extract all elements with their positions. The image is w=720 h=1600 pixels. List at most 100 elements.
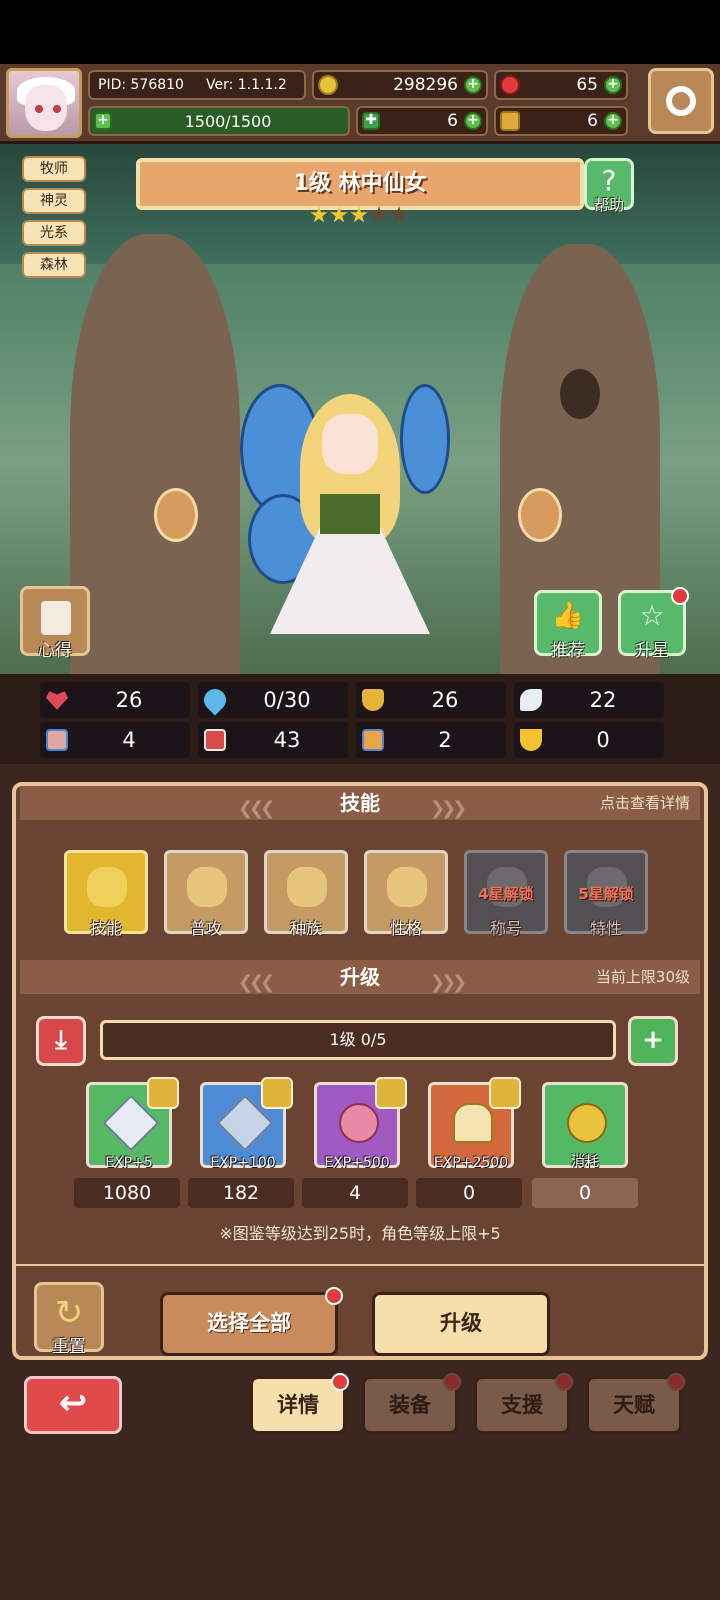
exp-huge-qty: 0: [416, 1178, 522, 1208]
plus-icon: +: [642, 1025, 664, 1055]
clover-amount: 6: [447, 111, 458, 131]
level-down-button[interactable]: ⤓: [36, 1016, 86, 1066]
add-gold-button[interactable]: +: [464, 76, 482, 94]
skill-slot-personality[interactable]: 性格: [364, 850, 448, 938]
exp-item-medium[interactable]: EXP+100: [200, 1077, 293, 1171]
reset-button[interactable]: ↻ 重置: [34, 1282, 104, 1357]
level-up-plus-button[interactable]: +: [628, 1016, 678, 1066]
character-name-banner: 1级 林中仙女: [136, 158, 584, 210]
skills-hint: 点击查看详情: [599, 794, 690, 812]
magnet-icon: [520, 729, 542, 751]
red-gem-counter: 65 +: [494, 70, 628, 100]
skill-slot-normal-attack[interactable]: 普攻: [164, 850, 248, 938]
tag-habitat: 森林: [22, 252, 86, 278]
gold-coin-icon: [567, 1103, 607, 1143]
tab-equipment[interactable]: 装备: [362, 1373, 461, 1434]
notification-dot: [443, 1373, 461, 1391]
tree-left: [70, 234, 240, 674]
exp-small-qty: 1080: [74, 1178, 180, 1208]
ticket-amount: 6: [587, 111, 598, 131]
add-clover-button[interactable]: +: [464, 112, 482, 130]
upgrade-title: 升级: [340, 965, 380, 989]
gold-cost-qty: 0: [532, 1178, 638, 1208]
exp-item-huge[interactable]: EXP+2500: [428, 1077, 521, 1171]
level-progress-bar: 1级 0/5: [100, 1020, 616, 1060]
skill-slot-skill[interactable]: 技能: [64, 850, 148, 938]
notification-dot: [555, 1373, 573, 1391]
clover-energy-icon: +: [94, 112, 112, 130]
gear-icon: [666, 86, 696, 116]
upgrade-header: ❮❮❮ 升级 ❯❯❯ 当前上限30级: [20, 960, 700, 994]
upgrade-hint: 当前上限30级: [595, 968, 690, 986]
add-ticket-button[interactable]: +: [604, 112, 622, 130]
red-gem-amount: 65: [576, 75, 598, 95]
coin-badge-icon: [261, 1077, 293, 1109]
book-icon: [204, 729, 226, 751]
exp-item-small[interactable]: EXP+5: [86, 1077, 179, 1171]
stat-magic: 43: [198, 722, 348, 758]
rotate-right-rune-icon[interactable]: [518, 488, 562, 542]
upgrade-button[interactable]: 升级: [372, 1292, 550, 1356]
red-gem-icon: [500, 75, 520, 95]
heart-emblem-icon: [87, 867, 127, 907]
clover-icon: ✚: [362, 112, 380, 130]
fist-icon: [46, 729, 68, 751]
skills-title: 技能: [340, 791, 380, 815]
reset-icon: ↻: [54, 1293, 84, 1333]
stat-move: 2: [356, 722, 506, 758]
gold-counter: 298296 +: [312, 70, 488, 100]
star-rating: [310, 206, 408, 224]
divider: [16, 1264, 704, 1266]
back-button[interactable]: ↩: [24, 1376, 122, 1434]
notification-dot: [667, 1373, 685, 1391]
gold-amount: 298296: [393, 75, 458, 95]
stat-pickup: 0: [514, 722, 664, 758]
stat-speed: 22: [514, 682, 664, 718]
skill-slot-title-locked[interactable]: 4星解锁 称号: [464, 850, 548, 938]
tab-talent[interactable]: 天赋: [586, 1373, 685, 1434]
player-id-version: PID: 576810 Ver: 1.1.1.2: [88, 70, 306, 100]
stat-mana: 0/30: [198, 682, 348, 718]
insight-button[interactable]: 心得: [20, 586, 90, 661]
tab-support[interactable]: 支援: [474, 1373, 573, 1434]
exp-medium-qty: 182: [188, 1178, 294, 1208]
star-icon-4: [370, 206, 388, 223]
skill-slot-race[interactable]: 种族: [264, 850, 348, 938]
status-bar-area: [0, 0, 720, 64]
select-all-button[interactable]: 选择全部: [160, 1287, 343, 1356]
wing-icon: [520, 689, 542, 711]
exp-large-qty: 4: [302, 1178, 408, 1208]
top-hud: PID: 576810 Ver: 1.1.1.2 298296 + 65 + +…: [0, 64, 720, 144]
add-red-gem-button[interactable]: +: [604, 76, 622, 94]
coin-badge-icon: [489, 1077, 521, 1109]
gold-cost-item: 消耗: [542, 1082, 628, 1170]
exp-item-large[interactable]: EXP+500: [314, 1077, 407, 1171]
notification-dot: [331, 1373, 349, 1391]
stat-hp: 26: [40, 682, 190, 718]
question-icon: ?: [601, 164, 617, 197]
skills-header: ❮❮❮ 技能 ❯❯❯ 点击查看详情: [20, 786, 700, 820]
tab-details[interactable]: 详情: [250, 1373, 349, 1434]
coin-badge-icon: [147, 1077, 179, 1109]
star-icon-1: [310, 206, 328, 223]
down-arrow-icon: ⤓: [55, 1025, 67, 1055]
energy-bar: + 1500/1500: [88, 106, 350, 136]
recommend-label: 推荐: [551, 641, 585, 661]
settings-button[interactable]: [648, 68, 714, 134]
star-up-button[interactable]: ☆ 升星: [618, 587, 689, 661]
skill-slot-trait-locked[interactable]: 5星解锁 特性: [564, 850, 648, 938]
heart-icon: [46, 691, 68, 710]
star-icon-5: [390, 206, 408, 223]
boot-icon: [362, 729, 384, 751]
help-button[interactable]: ? 帮助: [584, 158, 634, 214]
stat-attack: 4: [40, 722, 190, 758]
recommend-button[interactable]: 👍 推荐: [534, 590, 602, 661]
coin-badge-icon: [375, 1077, 407, 1109]
rotate-left-rune-icon[interactable]: [154, 488, 198, 542]
player-avatar[interactable]: [6, 68, 82, 138]
knot-emblem-icon: [387, 867, 427, 907]
ticket-icon: [500, 111, 520, 131]
gold-coin-icon: [318, 75, 338, 95]
stat-defense: 26: [356, 682, 506, 718]
notification-dot: [325, 1287, 343, 1305]
